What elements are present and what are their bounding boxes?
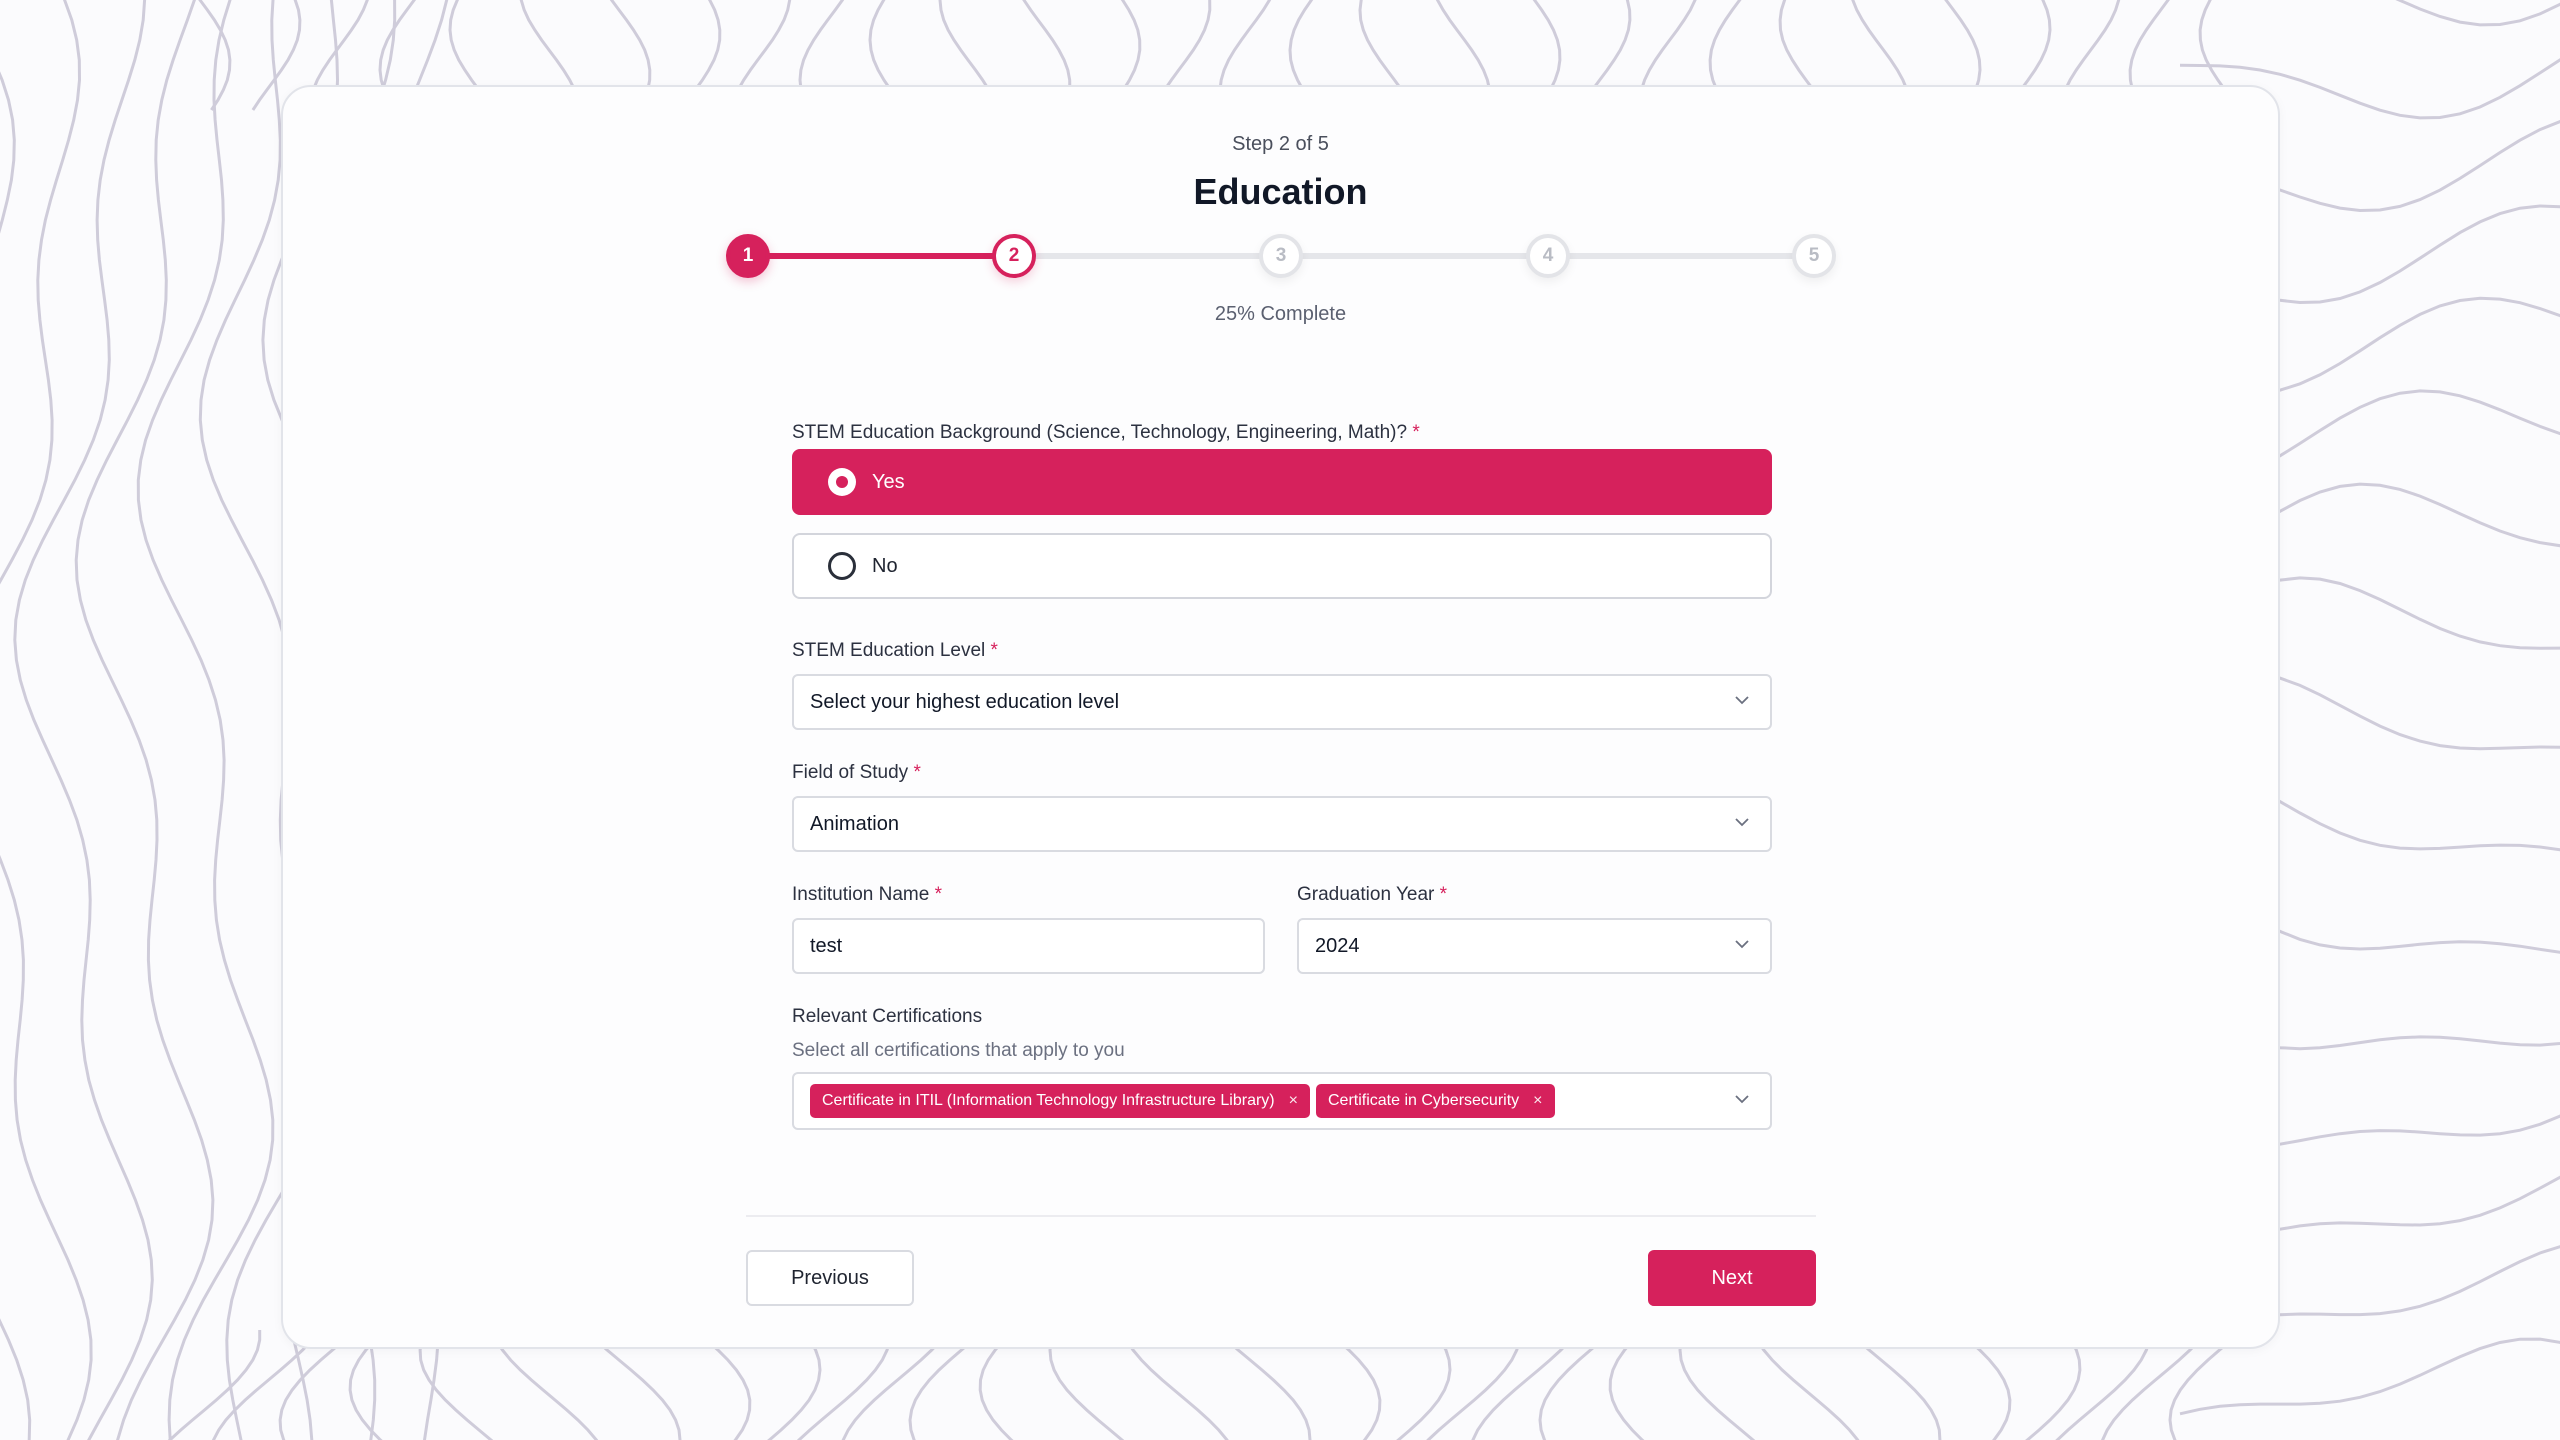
close-icon[interactable]: × [1289, 1092, 1298, 1110]
certification-tag-label: Certificate in Cybersecurity [1327, 1092, 1520, 1109]
chevron-down-icon [1732, 690, 1752, 710]
graduation-year-label: Graduation Year * [1297, 884, 1448, 905]
step-5-marker: 5 [1792, 234, 1836, 278]
field-of-study-value: Animation [810, 812, 899, 835]
progress-percent-text: 25% Complete [1214, 303, 1347, 325]
next-button[interactable]: Next [1648, 1250, 1816, 1306]
required-mark: * [934, 884, 942, 905]
certification-tag: Certificate in ITIL (Information Technol… [810, 1084, 1310, 1118]
step-2-marker[interactable]: 2 [992, 234, 1036, 278]
graduation-year-select[interactable]: 2024 [1297, 918, 1772, 974]
chevron-down-icon[interactable] [1732, 1089, 1752, 1109]
certifications-multiselect[interactable]: Certificate in ITIL (Information Technol… [792, 1072, 1772, 1130]
graduation-year-value: 2024 [1315, 934, 1360, 957]
stepper-track-fill [748, 253, 1014, 259]
institution-name-group: Institution Name * test [792, 884, 1265, 974]
institution-name-label: Institution Name * [792, 884, 942, 905]
certifications-group: Relevant Certifications Select all certi… [792, 1006, 1772, 1130]
graduation-year-group: Graduation Year * 2024 [1297, 884, 1772, 974]
certifications-hint: Select all certifications that apply to … [792, 1040, 1125, 1061]
certification-tag: Certificate in Cybersecurity × [1315, 1084, 1555, 1118]
required-mark: * [1412, 422, 1420, 443]
stem-option-no-label: No [872, 554, 898, 577]
institution-name-value: test [810, 934, 843, 957]
stem-option-yes[interactable]: Yes [792, 449, 1772, 515]
certification-tag-label: Certificate in ITIL (Information Technol… [822, 1092, 1275, 1109]
stem-background-label: STEM Education Background (Science, Tech… [792, 422, 1420, 443]
page-title: Education [1193, 171, 1368, 212]
previous-button[interactable]: Previous [746, 1250, 914, 1306]
radio-selected-icon [828, 468, 856, 496]
progress-stepper: 1 2 3 4 5 [726, 227, 1836, 283]
stem-background-group: STEM Education Background (Science, Tech… [792, 422, 1772, 599]
radio-unselected-icon [828, 552, 856, 580]
step-4-marker: 4 [1526, 234, 1570, 278]
education-level-select[interactable]: Select your highest education level [792, 674, 1772, 730]
form-card: Step 2 of 5 Education 1 2 3 4 5 25% Comp… [281, 85, 2280, 1349]
field-of-study-group: Field of Study * Animation [792, 762, 1772, 852]
step-3-marker: 3 [1259, 234, 1303, 278]
stem-option-yes-label: Yes [872, 470, 905, 493]
chevron-down-icon [1732, 812, 1752, 832]
education-level-group: STEM Education Level * Select your highe… [792, 640, 1772, 730]
field-of-study-select[interactable]: Animation [792, 796, 1772, 852]
education-level-label: STEM Education Level * [792, 640, 998, 661]
required-mark: * [1439, 884, 1448, 905]
step-1-marker[interactable]: 1 [726, 234, 770, 278]
education-level-value: Select your highest education level [810, 690, 1120, 713]
close-icon[interactable]: × [1533, 1092, 1542, 1110]
step-indicator-text: Step 2 of 5 [1232, 133, 1329, 155]
field-of-study-label: Field of Study * [792, 762, 921, 783]
required-mark: * [913, 762, 921, 783]
required-mark: * [990, 640, 998, 661]
chevron-down-icon [1732, 934, 1752, 954]
stem-option-no[interactable]: No [792, 533, 1772, 599]
institution-name-input[interactable]: test [792, 918, 1265, 974]
footer-divider [746, 1215, 1816, 1217]
certifications-label: Relevant Certifications [792, 1006, 983, 1027]
